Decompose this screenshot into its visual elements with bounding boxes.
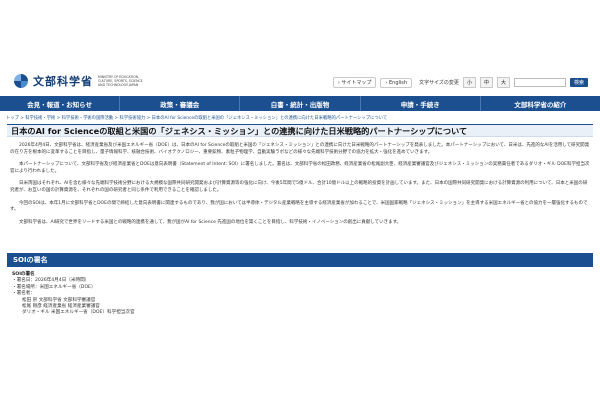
page-title-bar: 日本のAI for Scienceの取組と米国の「ジェネシス・ミッション」との連… bbox=[7, 124, 593, 137]
logo-subtitle: MINISTRY OF EDUCATION, CULTURE, SPORTS, … bbox=[98, 75, 143, 87]
search-button[interactable]: 検索 bbox=[569, 78, 588, 87]
sitemap-label: サイトマップ bbox=[341, 80, 372, 86]
logo-text: 文部科学省 bbox=[33, 75, 93, 88]
paragraph-1: 2026年4月4日、文部科学省は、経済産業省及び米国エネルギー省（DOE）は、日… bbox=[10, 143, 590, 155]
logo-emblem-icon bbox=[14, 74, 28, 88]
font-size-small-button[interactable]: 小 bbox=[462, 77, 476, 88]
section-heading: SOIの署名 bbox=[7, 253, 593, 267]
paragraph-3: 日米両国はそれぞれ、AIを含む様々な先端科学技術分野における大規模な国際共同研究… bbox=[10, 181, 588, 193]
nav-item-publications[interactable]: 白書・統計・出版物 bbox=[240, 96, 361, 111]
nav-item-press[interactable]: 会見・報道・お知らせ bbox=[0, 96, 121, 111]
english-label: English bbox=[389, 79, 408, 86]
paragraph-2: 本パートナーシップについて、文部科学省及び経済産業省とDOEは意向表明書（Sta… bbox=[10, 162, 590, 174]
font-size-label: 文字サイズの変更 bbox=[419, 80, 459, 86]
breadcrumb[interactable]: トップ > 科学技術・学術 > 科学技術・学術の国際活動 > 科学技術協力 > … bbox=[6, 115, 387, 121]
sitemap-link[interactable]: › サイトマップ bbox=[332, 77, 377, 88]
english-link[interactable]: › English bbox=[380, 77, 413, 88]
page-title: 日本のAI for Scienceの取組と米国の「ジェネシス・ミッション」との連… bbox=[11, 125, 468, 136]
search-input[interactable] bbox=[513, 78, 566, 87]
nav-item-about[interactable]: 文部科学省の紹介 bbox=[481, 96, 600, 111]
site-header: 文部科学省 MINISTRY OF EDUCATION, CULTURE, SP… bbox=[0, 0, 600, 96]
soi-signer-3: ダリオ・ギル 米国エネルギー省（DOE）科学担当次官 bbox=[22, 310, 135, 316]
article-body: 2026年4月4日、文部科学省は、経済産業省及び米国エネルギー省（DOE）は、日… bbox=[10, 143, 590, 232]
global-nav: 会見・報道・お知らせ 政策・審議会 白書・統計・出版物 申請・手続き 文部科学省… bbox=[0, 96, 600, 111]
nav-item-procedures[interactable]: 申請・手続き bbox=[361, 96, 481, 111]
font-size-large-button[interactable]: 大 bbox=[496, 77, 510, 88]
font-size-medium-button[interactable]: 中 bbox=[479, 77, 493, 88]
paragraph-4: 今回のSOIは、本年1月に文部科学省とDOEの間で締結した意向表明書に関連するも… bbox=[10, 200, 588, 213]
nav-item-policy[interactable]: 政策・審議会 bbox=[120, 96, 241, 111]
mext-logo[interactable]: 文部科学省 MINISTRY OF EDUCATION, CULTURE, SP… bbox=[14, 73, 146, 89]
paragraph-5: 文部科学省は、AI研究で世界をリードする米国との戦略的連携を通して、我が国がAI… bbox=[19, 219, 402, 225]
utility-links: › サイトマップ › English 文字サイズの変更 小 中 大 検索 bbox=[332, 77, 588, 88]
soi-details: SOIの署名 ・署名日：2026年4月4日（米時間） ・署名場所：米国エネルギー… bbox=[12, 272, 572, 317]
